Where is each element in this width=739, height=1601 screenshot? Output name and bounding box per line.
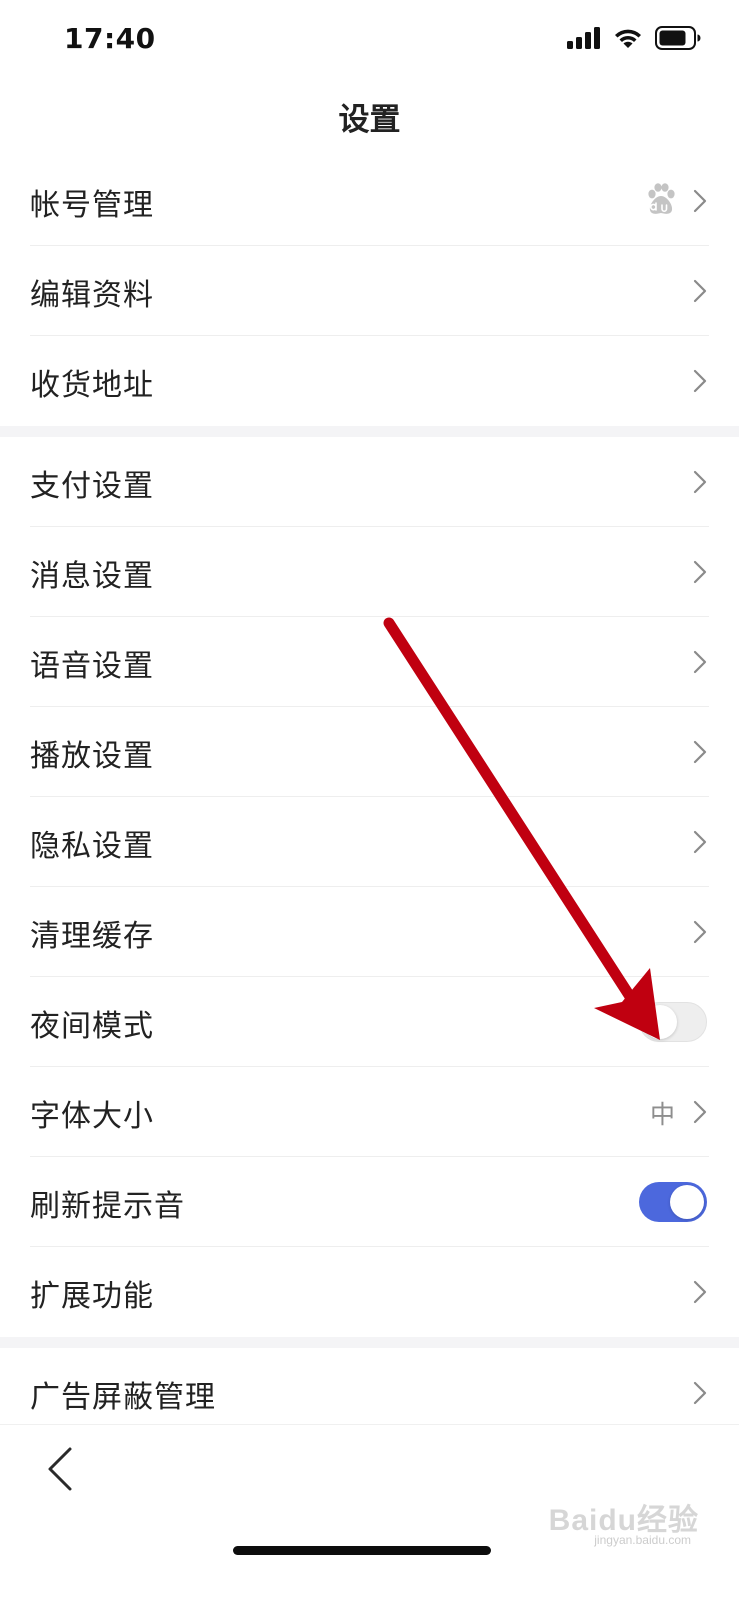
status-time: 17:40 [64, 22, 156, 55]
row-label: 收货地址 [30, 368, 154, 403]
back-chevron-icon[interactable] [40, 1445, 84, 1493]
row-label: 刷新提示音 [30, 1189, 185, 1224]
row-label: 语音设置 [30, 649, 154, 684]
settings-row-voice[interactable]: 语音设置 [0, 617, 739, 707]
row-label: 字体大小 [30, 1099, 154, 1134]
chevron-right-icon [693, 920, 707, 944]
chevron-right-icon [693, 830, 707, 854]
settings-row-refresh-sound: 刷新提示音 [0, 1157, 739, 1247]
chevron-right-icon [693, 279, 707, 303]
settings-list: 帐号管理 编辑资料 收货地址 支付设置 消息设置 语音设置 播放设置 隐私设置 … [0, 156, 739, 1438]
chevron-right-icon [693, 650, 707, 674]
battery-icon [655, 26, 701, 50]
chevron-right-icon [693, 189, 707, 213]
bottom-bar: Baidu经验 jingyan.baidu.com [0, 1424, 739, 1601]
status-icons [567, 26, 701, 50]
row-label: 帐号管理 [30, 188, 154, 223]
settings-row-shipping-address[interactable]: 收货地址 [0, 336, 739, 426]
wifi-icon [615, 29, 641, 48]
chevron-right-icon [693, 560, 707, 584]
watermark-url: jingyan.baidu.com [594, 1533, 691, 1547]
baidu-paw-icon [648, 183, 675, 214]
row-label: 编辑资料 [30, 278, 154, 313]
chevron-right-icon [693, 1100, 707, 1124]
settings-row-clear-cache[interactable]: 清理缓存 [0, 887, 739, 977]
settings-row-messages[interactable]: 消息设置 [0, 527, 739, 617]
settings-row-font-size[interactable]: 字体大小 中 [0, 1067, 739, 1157]
nav-bar: 设置 [0, 78, 739, 157]
row-label: 支付设置 [30, 469, 154, 504]
settings-row-extensions[interactable]: 扩展功能 [0, 1247, 739, 1337]
page-title: 设置 [338, 102, 401, 138]
chevron-right-icon [693, 369, 707, 393]
cellular-signal-icon [567, 27, 600, 49]
row-label: 播放设置 [30, 739, 154, 774]
row-label: 扩展功能 [30, 1279, 154, 1314]
settings-row-payment[interactable]: 支付设置 [0, 437, 739, 527]
settings-row-account[interactable]: 帐号管理 [0, 156, 739, 246]
settings-row-edit-profile[interactable]: 编辑资料 [0, 246, 739, 336]
settings-row-privacy[interactable]: 隐私设置 [0, 797, 739, 887]
section-divider [0, 1337, 739, 1348]
home-indicator[interactable] [233, 1546, 491, 1555]
chevron-right-icon [693, 470, 707, 494]
settings-row-playback[interactable]: 播放设置 [0, 707, 739, 797]
refresh-sound-toggle[interactable] [639, 1182, 707, 1222]
section-divider [0, 426, 739, 437]
row-label: 清理缓存 [30, 919, 154, 954]
row-label: 广告屏蔽管理 [30, 1380, 216, 1415]
row-label: 消息设置 [30, 559, 154, 594]
row-label: 隐私设置 [30, 829, 154, 864]
font-size-value: 中 [649, 1100, 675, 1129]
chevron-right-icon [693, 740, 707, 764]
toggle-knob [643, 1005, 677, 1039]
row-label: 夜间模式 [30, 1009, 154, 1044]
chevron-right-icon [693, 1381, 707, 1405]
settings-row-night-mode: 夜间模式 [0, 977, 739, 1067]
status-bar: 17:40 [0, 0, 739, 78]
toggle-knob [670, 1185, 704, 1219]
chevron-right-icon [693, 1280, 707, 1304]
night-mode-toggle[interactable] [639, 1002, 707, 1042]
